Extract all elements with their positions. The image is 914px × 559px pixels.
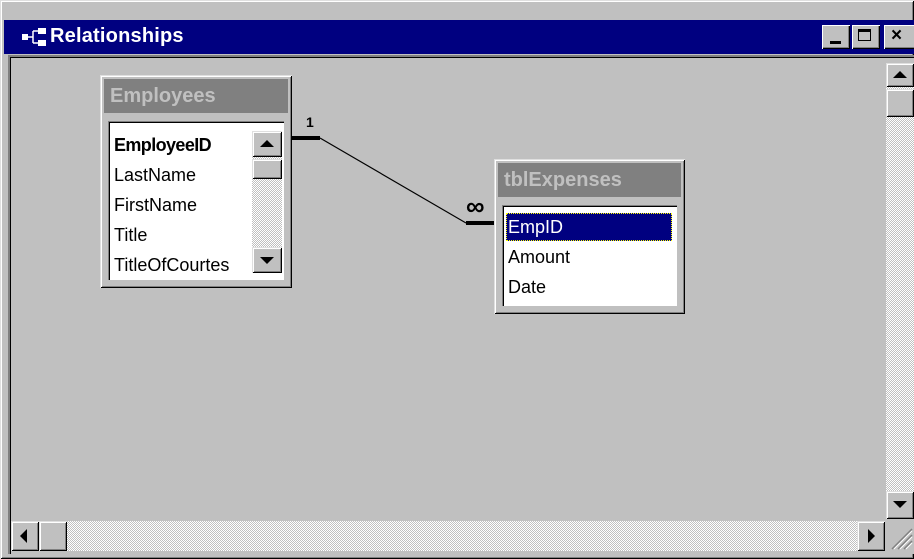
employees-field-list[interactable]: EmployeeID LastName FirstName Title Titl… [108, 121, 284, 280]
field-amount[interactable]: Amount [506, 243, 570, 271]
minimize-icon [830, 41, 841, 44]
one-side-bar [290, 136, 320, 140]
field-title[interactable]: Title [112, 221, 147, 249]
employees-table[interactable]: Employees EmployeeID LastName FirstName … [100, 75, 292, 288]
relationship-many-label: ∞ [466, 191, 485, 221]
relationships-window: Relationships × 1 ∞ Employees EmployeeID… [0, 0, 914, 559]
field-date[interactable]: Date [506, 273, 546, 301]
window-scroll-up-button[interactable] [886, 63, 914, 87]
window-vertical-scroll-thumb[interactable] [886, 89, 914, 117]
window-scroll-left-button[interactable] [11, 521, 39, 551]
window-horizontal-scroll-thumb[interactable] [39, 521, 67, 551]
employees-scrollbar[interactable] [252, 131, 282, 273]
arrow-up-icon [893, 71, 907, 78]
window-scroll-right-button[interactable] [857, 521, 885, 551]
size-grip-icon[interactable] [886, 521, 914, 551]
arrow-up-icon [260, 140, 274, 147]
tblexpenses-table[interactable]: tblExpenses EmpID Amount Date [494, 159, 685, 314]
window-scroll-down-button[interactable] [886, 491, 914, 519]
field-firstname[interactable]: FirstName [112, 191, 197, 219]
maximize-icon [858, 29, 871, 41]
relationship-connector[interactable] [319, 137, 467, 224]
employees-scroll-down-button[interactable] [252, 247, 282, 273]
many-side-bar [466, 221, 496, 225]
title-bar[interactable]: Relationships × [4, 20, 914, 54]
window-vertical-scrollbar[interactable] [886, 63, 914, 519]
field-titleofcourtesy[interactable]: TitleOfCourtes [112, 251, 254, 279]
window-horizontal-scrollbar[interactable] [11, 521, 885, 551]
relationships-canvas[interactable]: 1 ∞ Employees EmployeeID LastName FirstN… [8, 55, 914, 554]
close-icon: × [891, 25, 903, 46]
employees-scroll-thumb[interactable] [252, 159, 282, 179]
maximize-button[interactable] [852, 25, 880, 49]
relationship-one-label: 1 [306, 114, 314, 130]
window-title: Relationships [50, 25, 184, 47]
arrow-down-icon [260, 257, 274, 264]
arrow-down-icon [893, 501, 907, 508]
minimize-button[interactable] [822, 25, 850, 49]
tblexpenses-table-title[interactable]: tblExpenses [498, 163, 681, 197]
employees-scroll-up-button[interactable] [252, 131, 282, 157]
arrow-right-icon [868, 529, 875, 543]
relationships-icon [22, 28, 46, 46]
field-empid[interactable]: EmpID [506, 213, 672, 241]
tblexpenses-field-list[interactable]: EmpID Amount Date [502, 205, 677, 306]
employees-table-title[interactable]: Employees [104, 79, 288, 113]
arrow-left-icon [20, 529, 27, 543]
close-button[interactable]: × [884, 25, 914, 49]
field-lastname[interactable]: LastName [112, 161, 196, 189]
field-employeeid[interactable]: EmployeeID [112, 131, 212, 159]
